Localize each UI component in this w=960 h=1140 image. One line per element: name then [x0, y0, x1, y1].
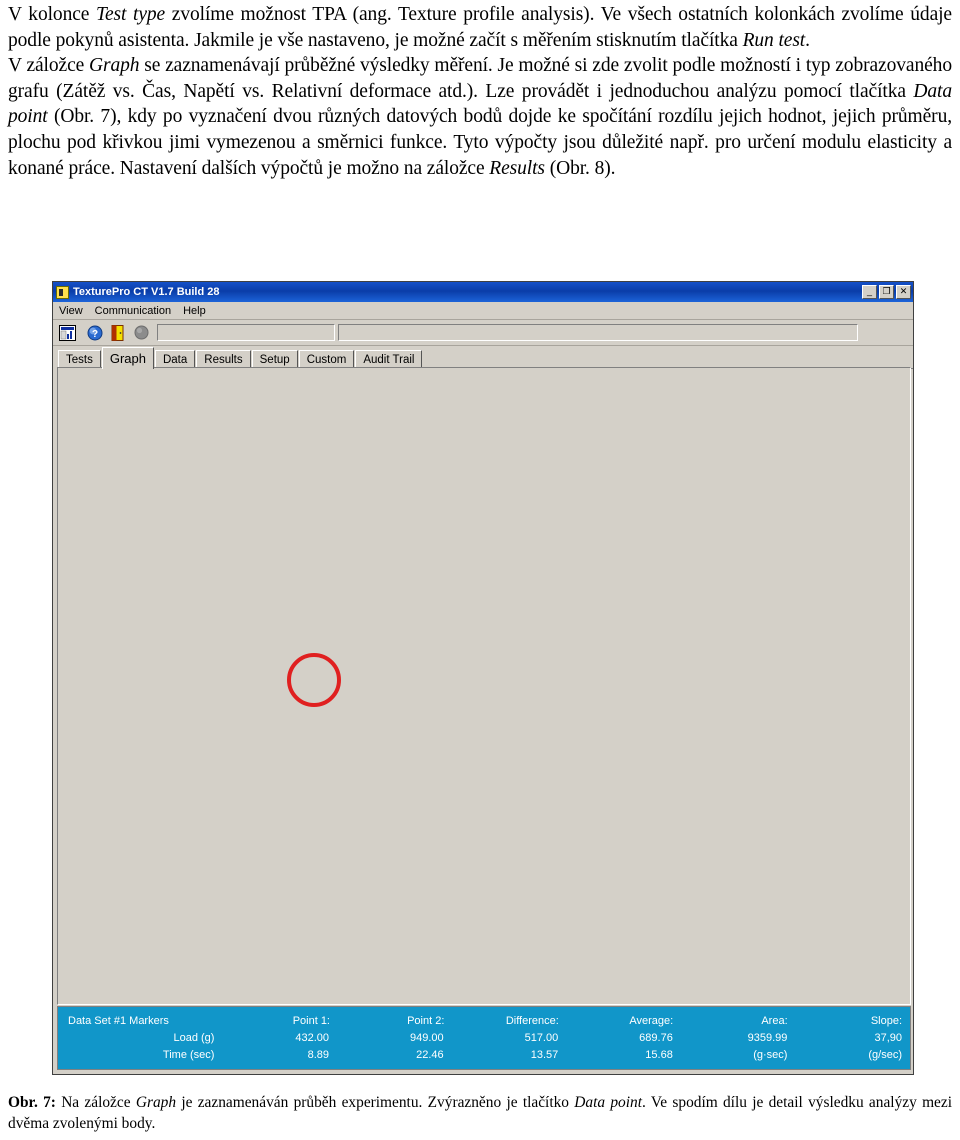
marker-header-point1: Point 1: — [292, 1015, 330, 1027]
close-icon: ✕ — [899, 286, 908, 296]
toolbar-status-field-1 — [157, 324, 335, 341]
marker-time-slope-unit: (g/sec) — [868, 1049, 903, 1061]
svg-text:?: ? — [92, 329, 98, 340]
window-titlebar: TexturePro CT V1.7 Build 28 _ ❐ ✕ — [53, 282, 913, 302]
menu-item-help[interactable]: Help — [183, 305, 206, 317]
menu-bar: View Communication Help — [53, 302, 913, 320]
window-title: TexturePro CT V1.7 Build 28 — [73, 286, 220, 298]
marker-load-slope: 37,90 — [874, 1032, 903, 1044]
marker-time-label: Time (sec) — [162, 1049, 215, 1061]
marker-header-difference: Difference: — [505, 1015, 559, 1027]
main-toolbar: ? — [53, 320, 913, 346]
help-icon[interactable]: ? — [85, 323, 105, 343]
paragraph-2: V záložce Graph se zaznamenávají průběžn… — [8, 55, 952, 179]
marker-header-row: Data Set #1 Markers Point 1: Point 2: Di… — [58, 1013, 910, 1030]
marker-time-row: Time (sec) 8.89 22.46 13.57 15.68 (g·sec… — [58, 1047, 910, 1064]
marker-time-difference: 13.57 — [530, 1049, 559, 1061]
tab-bar: Tests Graph Data Results Setup Custom Au… — [53, 346, 913, 369]
door-icon[interactable] — [108, 323, 128, 343]
body-text: V kolonce Test type zvolíme možnost TPA … — [8, 2, 952, 181]
marker-load-average: 689.76 — [639, 1032, 673, 1044]
marker-load-area: 9359.99 — [747, 1032, 788, 1044]
tab-graph[interactable]: Graph — [101, 347, 154, 369]
marker-load-row: Load (g) 432.00 949.00 517.00 689.76 935… — [58, 1030, 910, 1047]
report-icon[interactable] — [57, 323, 77, 343]
marker-time-area-unit: (g·sec) — [753, 1049, 788, 1061]
status-led-icon — [131, 323, 151, 343]
marker-header-slope: Slope: — [870, 1015, 903, 1027]
marker-time-average: 15.68 — [645, 1049, 673, 1061]
lower-client-area — [57, 367, 911, 1005]
marker-load-point1: 432.00 — [295, 1032, 330, 1044]
maximize-button[interactable]: ❐ — [879, 285, 894, 299]
marker-time-point1: 8.89 — [307, 1049, 330, 1061]
marker-header-point2: Point 2: — [407, 1015, 445, 1027]
close-button[interactable]: ✕ — [896, 285, 911, 299]
marker-time-point2: 22.46 — [416, 1049, 444, 1061]
marker-header-average: Average: — [629, 1015, 674, 1027]
minimize-icon: _ — [866, 286, 872, 296]
window-controls: _ ❐ ✕ — [862, 285, 911, 299]
texturepro-application-window: TexturePro CT V1.7 Build 28 _ ❐ ✕ View C… — [52, 281, 914, 1075]
marker-title: Data Set #1 Markers — [68, 1015, 169, 1027]
figure-caption: Obr. 7: Na záložce Graph je zaznamenáván… — [8, 1094, 952, 1132]
menu-item-communication[interactable]: Communication — [95, 305, 171, 317]
marker-load-label: Load (g) — [173, 1032, 215, 1044]
maximize-icon: ❐ — [882, 286, 891, 296]
marker-load-point2: 949.00 — [409, 1032, 444, 1044]
toolbar-status-field-2 — [338, 324, 858, 341]
marker-header-area: Area: — [761, 1015, 788, 1027]
marker-results-bar: Data Set #1 Markers Point 1: Point 2: Di… — [57, 1006, 911, 1070]
app-icon — [56, 285, 69, 299]
menu-item-view[interactable]: View — [59, 305, 83, 317]
paragraph-1: V kolonce Test type zvolíme možnost TPA … — [8, 4, 952, 51]
minimize-button[interactable]: _ — [862, 285, 877, 299]
marker-load-difference: 517.00 — [524, 1032, 559, 1044]
